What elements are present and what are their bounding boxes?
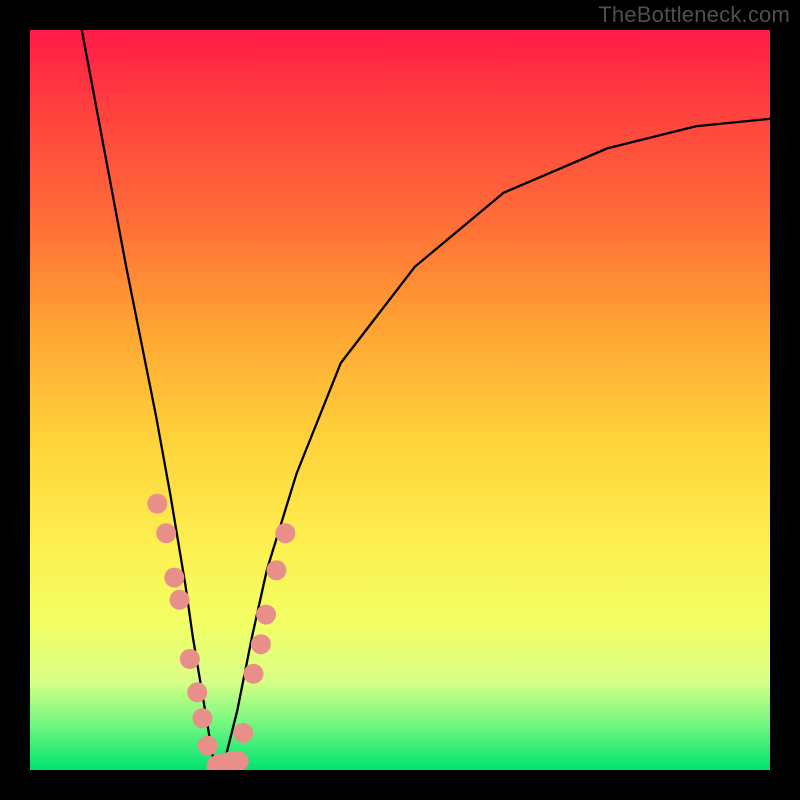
- data-marker: [275, 523, 295, 543]
- plot-area: [30, 30, 770, 770]
- data-marker: [164, 568, 184, 588]
- marker-group: [147, 494, 295, 770]
- curve-svg: [30, 30, 770, 770]
- data-marker: [243, 664, 263, 684]
- data-marker: [233, 723, 253, 743]
- data-marker: [156, 523, 176, 543]
- data-marker: [180, 649, 200, 669]
- watermark-text: TheBottleneck.com: [598, 2, 790, 28]
- curve-right-branch: [222, 119, 770, 770]
- data-marker: [266, 560, 286, 580]
- data-marker: [256, 605, 276, 625]
- data-marker: [198, 736, 218, 756]
- data-marker: [147, 494, 167, 514]
- data-marker: [251, 634, 271, 654]
- data-marker: [192, 708, 212, 728]
- data-marker: [187, 682, 207, 702]
- data-marker: [169, 590, 189, 610]
- chart-frame: TheBottleneck.com: [0, 0, 800, 800]
